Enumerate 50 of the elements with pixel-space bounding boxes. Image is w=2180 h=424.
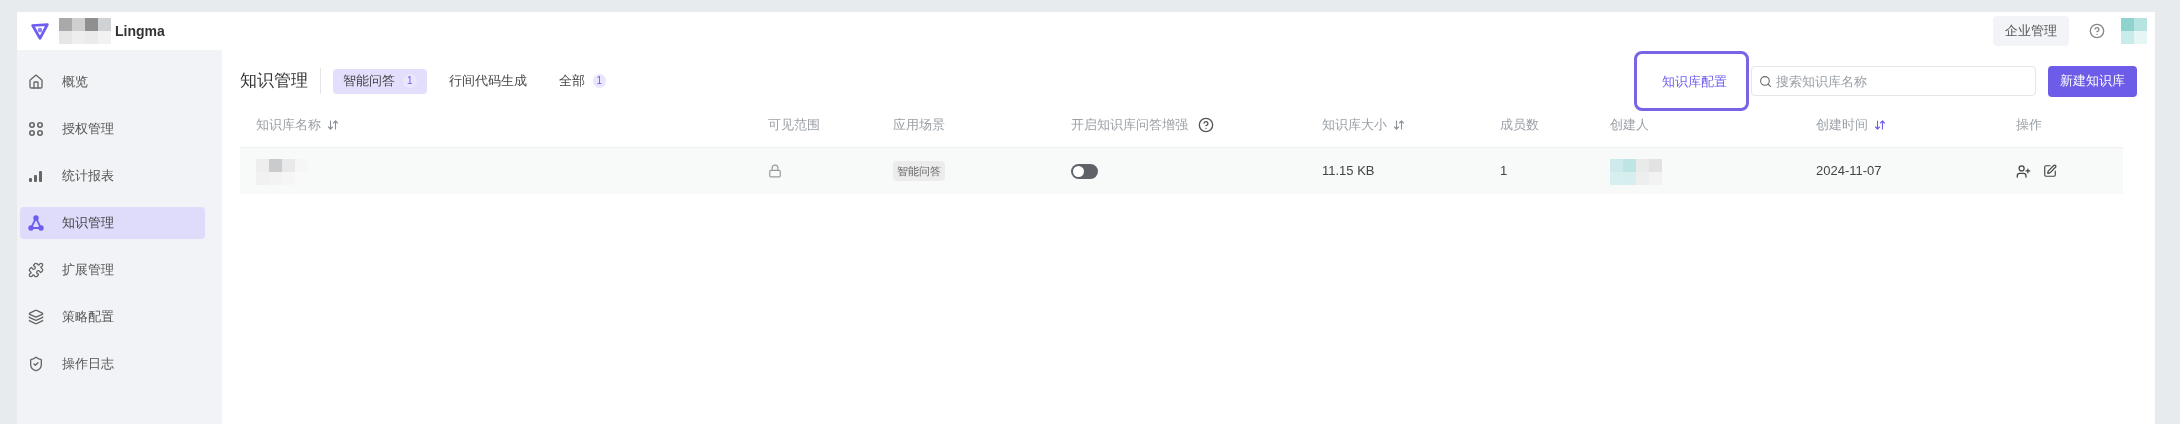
enhance-toggle[interactable] <box>1071 163 1098 179</box>
column-header: 成员数 <box>1500 116 1539 135</box>
redacted-mosaic <box>59 18 111 44</box>
help-icon[interactable] <box>2089 23 2105 39</box>
four-circles-icon <box>28 121 44 137</box>
column-header: 开启知识库问答增强 <box>1071 116 1188 135</box>
shield-check-icon <box>28 356 44 372</box>
search-icon <box>1759 75 1772 88</box>
filter-tab[interactable]: 全部 1 <box>548 68 617 94</box>
sidebar-item[interactable]: 策略配置 <box>20 301 205 333</box>
add-member-icon[interactable] <box>2016 163 2031 179</box>
count-badge: 1 <box>403 74 417 88</box>
column-header: 操作 <box>2016 116 2042 135</box>
product-name: Lingma <box>115 21 165 41</box>
puzzle-icon <box>28 262 44 278</box>
edit-icon[interactable] <box>2043 164 2057 178</box>
column-header: 可见范围 <box>768 116 820 135</box>
search-field[interactable]: 搜索知识库名称 <box>1751 66 2036 96</box>
sidebar-item[interactable]: 操作日志 <box>20 348 205 380</box>
scene-tag: 智能问答 <box>893 160 945 182</box>
column-header: 创建人 <box>1610 116 1649 135</box>
redacted-mosaic <box>256 158 308 185</box>
column-header: 应用场景 <box>893 116 945 135</box>
home-icon <box>28 74 44 90</box>
sidebar-item[interactable]: 概览 <box>20 66 205 98</box>
bar-chart-icon <box>28 168 44 184</box>
help-icon[interactable] <box>1198 117 1214 133</box>
sort-icon[interactable] <box>327 119 339 131</box>
config-link[interactable]: 知识库配置 <box>1654 74 1735 89</box>
sort-icon[interactable] <box>1393 119 1405 131</box>
triangle-nodes-icon <box>28 215 44 231</box>
page-title: 知识管理 <box>240 68 321 94</box>
logo-icon <box>29 20 51 42</box>
table-cell: 2024-11-07 <box>1816 163 1882 179</box>
avatar-mosaic <box>2121 18 2147 44</box>
filter-tab[interactable]: 智能问答 1 <box>333 68 427 94</box>
table-cell: 11.15 KB <box>1322 163 1375 179</box>
table-cell: 1 <box>1500 163 1508 179</box>
redacted-mosaic <box>1610 158 1662 185</box>
filter-tab[interactable]: 行间代码生成 <box>438 68 537 94</box>
create-button[interactable]: 新建知识库 <box>2048 65 2137 97</box>
lock-icon <box>768 164 782 178</box>
count-badge: 1 <box>592 74 607 88</box>
layers-icon <box>28 309 44 325</box>
sort-icon[interactable] <box>1874 119 1886 131</box>
sidebar-item[interactable]: 统计报表 <box>20 160 205 192</box>
sidebar-item[interactable]: 扩展管理 <box>20 254 205 286</box>
sidebar-item[interactable]: 授权管理 <box>20 113 205 145</box>
sidebar-item[interactable]: 知识管理 <box>20 207 205 239</box>
enterprise-button[interactable]: 企业管理 <box>1993 16 2069 46</box>
